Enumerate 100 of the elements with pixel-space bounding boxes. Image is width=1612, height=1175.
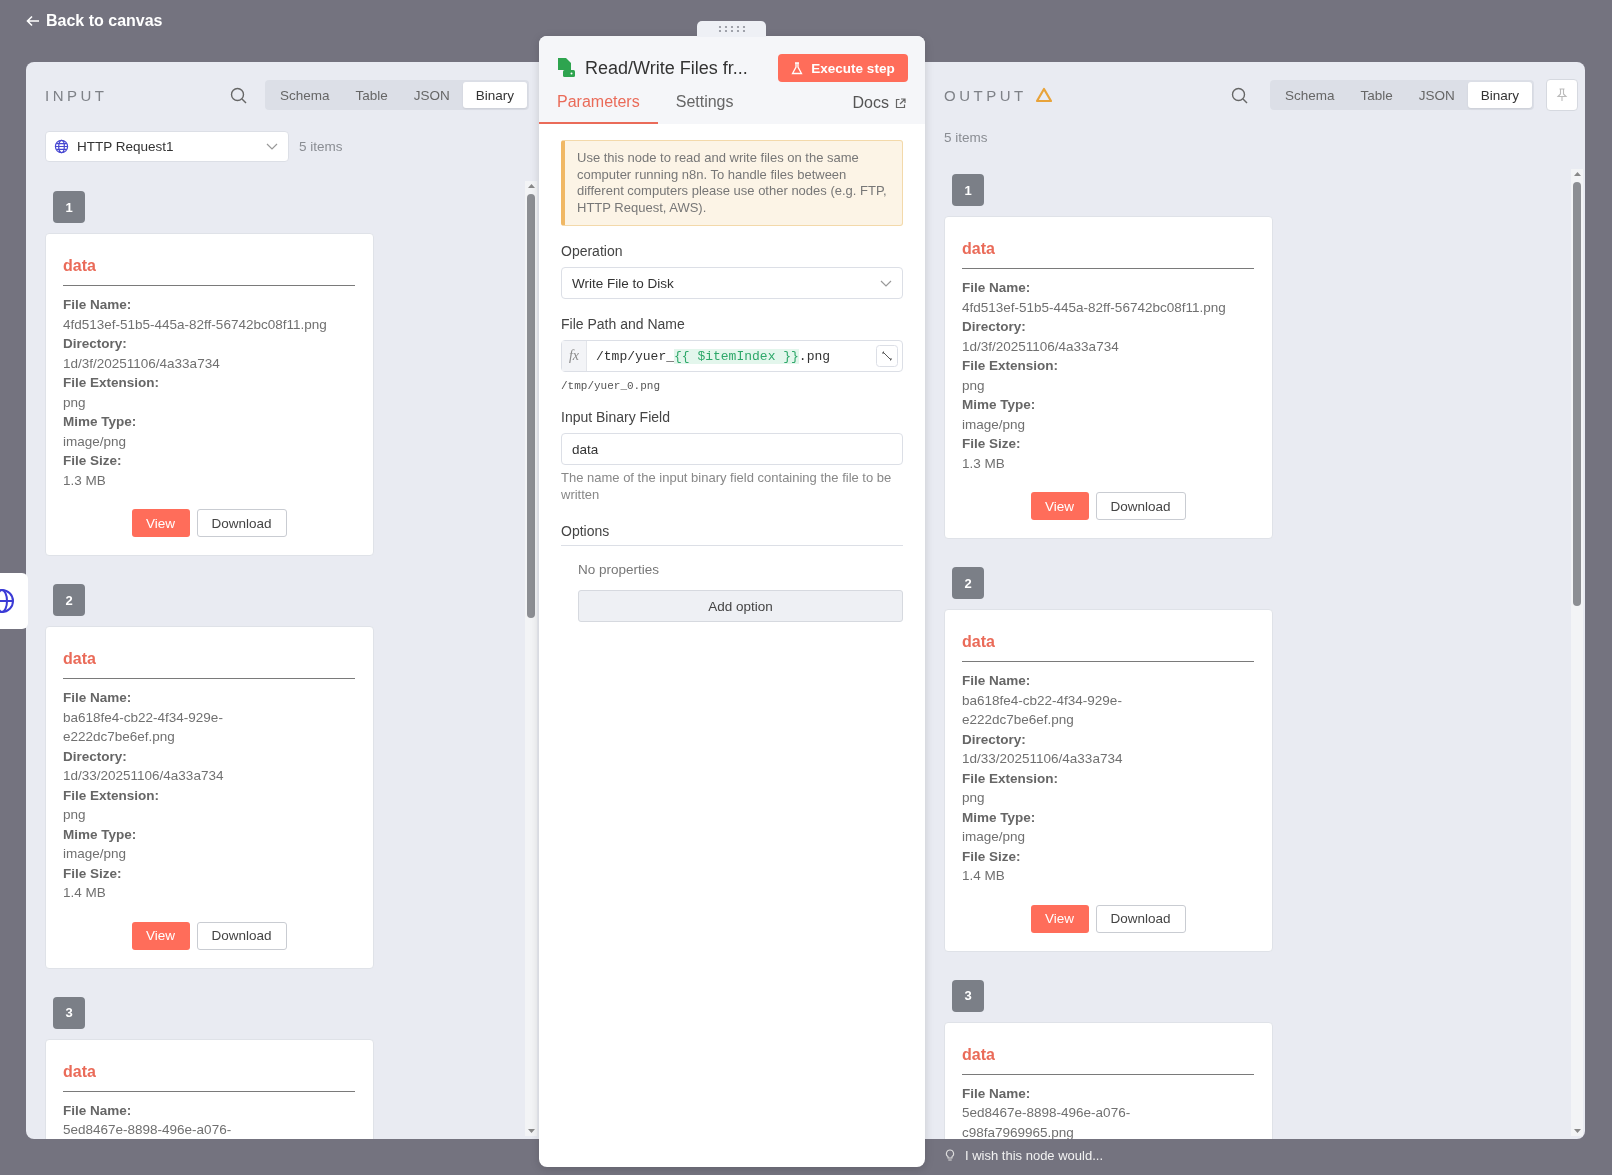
search-icon[interactable] [229, 86, 247, 104]
caret-icon [266, 143, 278, 150]
file-icon [557, 58, 575, 78]
item-number: 3 [53, 996, 85, 1029]
field-value: 4fd513ef-51b5-445a-82ff-56742bc08f11.png [962, 298, 1227, 317]
field-value: image/png [962, 828, 1027, 846]
field-label: Mime Type: [962, 396, 1037, 414]
field-label: Input Binary Field [561, 409, 671, 425]
download-button[interactable]: Download [1095, 492, 1186, 520]
node-tab[interactable] [0, 573, 28, 629]
field-value: 1.4 MB [63, 884, 107, 902]
tab[interactable]: Binary [1467, 82, 1532, 108]
binary-name: data [962, 239, 996, 259]
tab[interactable]: Settings [657, 82, 752, 124]
download-button[interactable]: Download [196, 921, 287, 950]
panel-title: OUTPUT [944, 86, 1027, 104]
back-link[interactable]: Back to canvas [26, 12, 163, 30]
field-label: File Name: [63, 296, 133, 314]
input-field[interactable]: data [561, 433, 903, 465]
select-field[interactable]: Write File to Disk [561, 267, 903, 299]
field-label: Directory: [962, 730, 1027, 749]
node-title: Read/Write Files fr... [585, 57, 749, 79]
tab[interactable]: Schema [266, 82, 343, 108]
item-number: 2 [53, 584, 85, 616]
field-label: File Extension: [962, 769, 1060, 788]
download-button[interactable]: Download [196, 509, 287, 537]
field-label: File Name: [962, 279, 1032, 297]
field-value: 5ed8467e-8898-496e-a076- [962, 1104, 1132, 1122]
view-button[interactable]: View [131, 509, 190, 537]
field-label: File Name: [962, 672, 1032, 690]
info-notice: Use this node to read and write files on the same computer running n8n. To handle files between different computers please use other nodes (e.g. FTP, HTTP Request, AWS). [561, 140, 903, 226]
field-value: 1d/3f/20251106/4a33a734 [962, 337, 1120, 356]
download-button[interactable]: Download [1095, 904, 1186, 933]
field-label: File Name: [962, 1084, 1032, 1103]
field-label: Options [561, 523, 903, 546]
field-label: Mime Type: [962, 808, 1037, 827]
item-number: 2 [952, 567, 984, 599]
item-number: 1 [53, 191, 85, 223]
field-value: 1d/33/20251106/4a33a734 [962, 750, 1124, 768]
scroll-down-icon[interactable] [1571, 1126, 1583, 1136]
source-select[interactable]: HTTP Request1 [45, 131, 289, 162]
tab[interactable]: JSON [1405, 82, 1468, 108]
field-value: image/png [63, 432, 128, 451]
feedback-link[interactable]: I wish this node would... [965, 1148, 1104, 1163]
execute-button[interactable]: Execute step [778, 54, 908, 82]
tab[interactable]: Table [1347, 82, 1406, 108]
caret-icon [880, 279, 892, 287]
item-count: 5 items [944, 130, 989, 145]
arrow-left-icon [26, 14, 40, 28]
tab[interactable]: Binary [462, 82, 527, 108]
field-label: File Extension: [63, 374, 161, 392]
tab[interactable]: Schema [1271, 82, 1348, 108]
field-label: Directory: [63, 747, 128, 766]
field-label: Mime Type: [63, 413, 138, 431]
binary-name: data [962, 1044, 996, 1065]
tab[interactable]: JSON [400, 82, 463, 108]
docs-link[interactable]: Docs [852, 82, 906, 124]
empty-text: No properties [578, 562, 661, 577]
view-button[interactable]: View [131, 921, 190, 950]
field-value: 1.3 MB [63, 471, 107, 490]
item-count: 5 items [299, 139, 343, 154]
field-label: File Extension: [63, 786, 161, 805]
field-label: File Size: [962, 847, 1022, 866]
grip-icon [716, 25, 747, 33]
search-icon[interactable] [1230, 86, 1248, 104]
binary-name: data [962, 632, 996, 652]
tab[interactable]: Parameters [539, 82, 658, 124]
field-value: image/png [962, 415, 1027, 434]
field-label: Mime Type: [63, 825, 138, 844]
view-button[interactable]: View [1030, 904, 1089, 933]
field-label: File Size: [962, 435, 1022, 453]
lightbulb-icon [945, 1149, 955, 1162]
drag-handle[interactable] [697, 21, 766, 37]
globe-icon [0, 587, 14, 615]
scroll-up-icon[interactable] [525, 181, 537, 191]
field-value: png [63, 806, 87, 824]
scrollbar[interactable] [1571, 169, 1583, 1136]
tab[interactable]: Table [342, 82, 401, 108]
field-value: 1.4 MB [962, 867, 1006, 885]
scrollbar-thumb[interactable] [1573, 182, 1581, 606]
expression-result: /tmp/yuer_0.png [561, 380, 662, 392]
field-value: ba618fe4-cb22-4f34-929e- [63, 708, 224, 727]
view-button[interactable]: View [1030, 492, 1089, 520]
expand-icon[interactable] [876, 345, 898, 367]
field-value: 1d/3f/20251106/4a33a734 [63, 354, 221, 373]
field-value: ba618fe4-cb22-4f34-929e- [962, 691, 1123, 710]
binary-name: data [63, 256, 97, 276]
scroll-up-icon[interactable] [1571, 169, 1583, 179]
binary-name: data [63, 1061, 97, 1082]
field-value: e222dc7be6ef.png [962, 711, 1075, 729]
field-label: Operation [561, 243, 624, 259]
globe-icon [54, 139, 69, 154]
expression-field[interactable]: fx /tmp/yuer_{{ $itemIndex }}.png [561, 340, 903, 372]
field-label: File Extension: [962, 357, 1060, 375]
scroll-down-icon[interactable] [525, 1126, 537, 1136]
add-option-button[interactable]: Add option [578, 590, 903, 622]
pin-button[interactable] [1546, 79, 1578, 111]
field-value: e222dc7be6ef.png [63, 728, 176, 746]
scrollbar[interactable] [525, 181, 537, 1136]
scrollbar-thumb[interactable] [527, 194, 535, 618]
